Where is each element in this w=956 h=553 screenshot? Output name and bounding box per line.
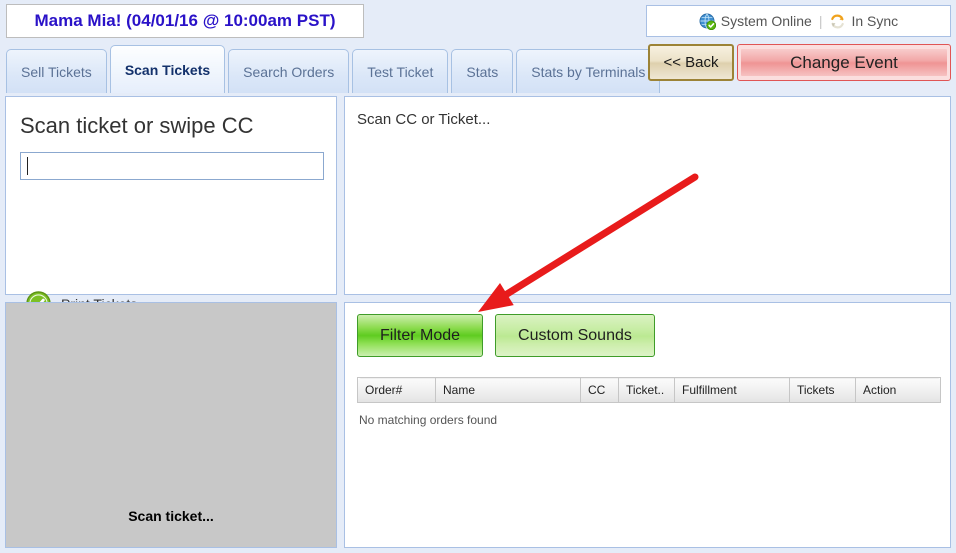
tab-test-ticket[interactable]: Test Ticket (352, 49, 449, 93)
orders-column-header[interactable]: CC (580, 377, 619, 403)
system-online-status: System Online (699, 13, 812, 30)
orders-column-header[interactable]: Name (435, 377, 581, 403)
change-event-button[interactable]: Change Event (737, 44, 951, 81)
orders-table-header-row: Order# Name CC Ticket.. Fulfillment Tickets Ac… (357, 377, 941, 403)
scan-feed-placeholder: Scan CC or Ticket... (357, 111, 491, 128)
text-caret (27, 157, 28, 175)
orders-empty-message: No matching orders found (359, 413, 498, 427)
system-online-label: System Online (720, 13, 812, 29)
globe-check-icon (699, 13, 716, 30)
scan-feed-panel: Scan CC or Ticket... (344, 96, 951, 295)
orders-action-buttons: Filter Mode Custom Sounds (357, 314, 655, 357)
event-title: Mama Mia! (04/01/16 @ 10:00am PST) (6, 4, 364, 38)
refresh-sync-icon (829, 13, 846, 30)
tab-stats[interactable]: Stats (451, 49, 514, 93)
scan-input[interactable] (20, 152, 324, 180)
tab-stats-by-terminals[interactable]: Stats by Terminals (516, 49, 661, 93)
sync-status-label: In Sync (851, 13, 899, 29)
orders-column-header[interactable]: Action (855, 377, 941, 403)
main-tab-bar: Sell Tickets Scan Tickets Search Orders Tes… (6, 45, 661, 93)
orders-column-header[interactable]: Order# (357, 377, 436, 403)
scan-entry-panel: Scan ticket or swipe CC Print Tickets (5, 96, 337, 316)
orders-panel: Filter Mode Custom Sounds Order# Name CC Ti… (344, 302, 951, 548)
filter-mode-button[interactable]: Filter Mode (357, 314, 484, 357)
custom-sounds-button[interactable]: Custom Sounds (495, 314, 655, 357)
orders-column-header[interactable]: Fulfillment (674, 377, 790, 403)
scan-view-panel: Scan ticket... (5, 302, 337, 548)
scan-entry-heading: Scan ticket or swipe CC (20, 113, 254, 138)
orders-column-header[interactable]: Tickets (789, 377, 856, 403)
scan-tickets-page: Mama Mia! (04/01/16 @ 10:00am PST) Syste… (0, 0, 956, 553)
back-button[interactable]: << Back (648, 44, 734, 81)
tab-search-orders[interactable]: Search Orders (228, 49, 350, 93)
tab-sell-tickets[interactable]: Sell Tickets (6, 49, 107, 93)
system-status-bar: System Online | In Sync (646, 5, 951, 37)
status-separator: | (818, 13, 823, 29)
scan-view-status: Scan ticket... (128, 508, 214, 524)
orders-column-header[interactable]: Ticket.. (618, 377, 675, 403)
tab-scan-tickets[interactable]: Scan Tickets (109, 45, 226, 93)
sync-status: In Sync (829, 13, 898, 30)
orders-table: Order# Name CC Ticket.. Fulfillment Tickets Ac… (357, 377, 941, 403)
change-event-button-label: Change Event (741, 49, 947, 76)
